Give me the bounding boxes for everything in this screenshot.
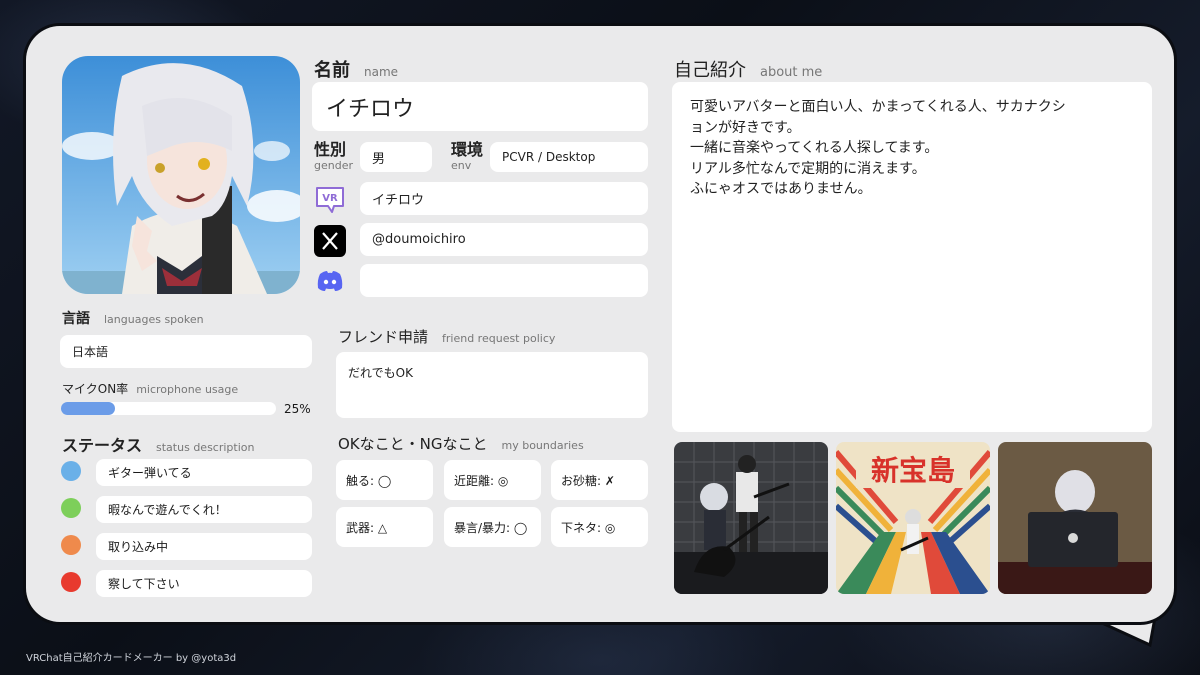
name-field: イチロウ: [312, 82, 648, 131]
status-label: ステータス status description: [62, 432, 254, 456]
gender-label: 性別 gender: [314, 140, 353, 172]
status-item: 察して下さい: [96, 570, 312, 597]
gender-label-en: gender: [314, 159, 353, 172]
gender-label-jp: 性別: [314, 140, 347, 159]
boundary-item: 近距離: ◎: [444, 460, 541, 500]
env-field: PCVR / Desktop: [490, 142, 648, 172]
about-line: ョンが好きです。: [690, 119, 801, 136]
languages-label-jp: 言語: [62, 311, 90, 327]
status-dot: [61, 461, 81, 481]
name-label-en: name: [364, 65, 399, 79]
mic-bar-track: [61, 402, 276, 415]
status-item: 暇なんで遊んでくれ！: [96, 496, 312, 523]
languages-label: 言語 languages spoken: [62, 308, 204, 328]
about-label-jp: 自己紹介: [674, 60, 746, 81]
discord-field: [360, 264, 648, 297]
about-label: 自己紹介 about me: [674, 56, 822, 82]
boundaries-label-jp: OKなこと・NGなこと: [338, 435, 488, 453]
friend-label-jp: フレンド申請: [338, 328, 429, 346]
boundary-item: 武器: △: [336, 507, 433, 547]
about-line: 可愛いアバターと面白い人、かまってくれる人、サカナクシ: [690, 99, 1066, 115]
vrchat-icon: VR: [316, 187, 344, 213]
status-label-jp: ステータス: [62, 436, 143, 455]
x-icon: [314, 225, 346, 257]
mic-percent: 25%: [284, 402, 311, 416]
status-dot: [61, 572, 81, 592]
about-textbox: 可愛いアバターと面白い人、かまってくれる人、サカナクシ ョンが好きです。 一緒に…: [672, 82, 1152, 432]
friend-label-en: friend request policy: [442, 332, 556, 345]
status-item: 取り込み中: [96, 533, 312, 560]
gallery-photo-shintakarajima: 新宝島: [836, 442, 990, 594]
gallery-photo-guitar: [674, 442, 828, 594]
boundaries-label-en: my boundaries: [501, 439, 584, 452]
friend-policy-field: だれでもOK: [336, 352, 648, 418]
languages-field: 日本語: [60, 335, 312, 368]
about-line: ふにゃオスではありません。: [690, 181, 872, 197]
x-handle-field: @doumoichiro: [360, 223, 648, 256]
gender-field: 男: [360, 142, 432, 172]
gallery-photo-laptop: [998, 442, 1152, 594]
boundary-item: お砂糖: ✗: [551, 460, 648, 500]
avatar-photo: [62, 56, 300, 294]
svg-text:VR: VR: [322, 193, 338, 204]
about-line: 一緒に音楽やってくれる人探してます。: [690, 140, 939, 156]
about-line: リアル多忙なんで定期的に消えます。: [690, 160, 926, 177]
status-item: ギター弾いてる: [96, 459, 312, 486]
about-label-en: about me: [760, 65, 823, 80]
mic-label-en: microphone usage: [136, 383, 239, 396]
status-label-en: status description: [156, 441, 255, 454]
status-dot: [61, 498, 81, 518]
env-label-en: env: [451, 159, 472, 172]
friend-label: フレンド申請 friend request policy: [338, 326, 555, 347]
discord-icon: [317, 271, 343, 291]
boundaries-label: OKなこと・NGなこと my boundaries: [338, 433, 584, 454]
env-label: 環境 env: [451, 140, 484, 172]
shintakarajima-title: 新宝島: [871, 454, 955, 487]
name-label: 名前 name: [314, 56, 398, 82]
mic-label-jp: マイクON率: [62, 382, 129, 396]
name-label-jp: 名前: [314, 60, 350, 81]
boundary-item: 下ネタ: ◎: [551, 507, 648, 547]
mic-bar-fill: [61, 402, 115, 415]
languages-label-en: languages spoken: [104, 313, 204, 326]
vrchat-name-field: イチロウ: [360, 182, 648, 215]
boundary-item: 暴言/暴力: ◯: [444, 507, 541, 547]
status-dot: [61, 535, 81, 555]
boundary-item: 触る: ◯: [336, 460, 433, 500]
footer-credit: VRChat自己紹介カードメーカー by @yota3d: [26, 653, 237, 664]
mic-label: マイクON率 microphone usage: [62, 378, 238, 397]
env-label-jp: 環境: [451, 140, 484, 159]
